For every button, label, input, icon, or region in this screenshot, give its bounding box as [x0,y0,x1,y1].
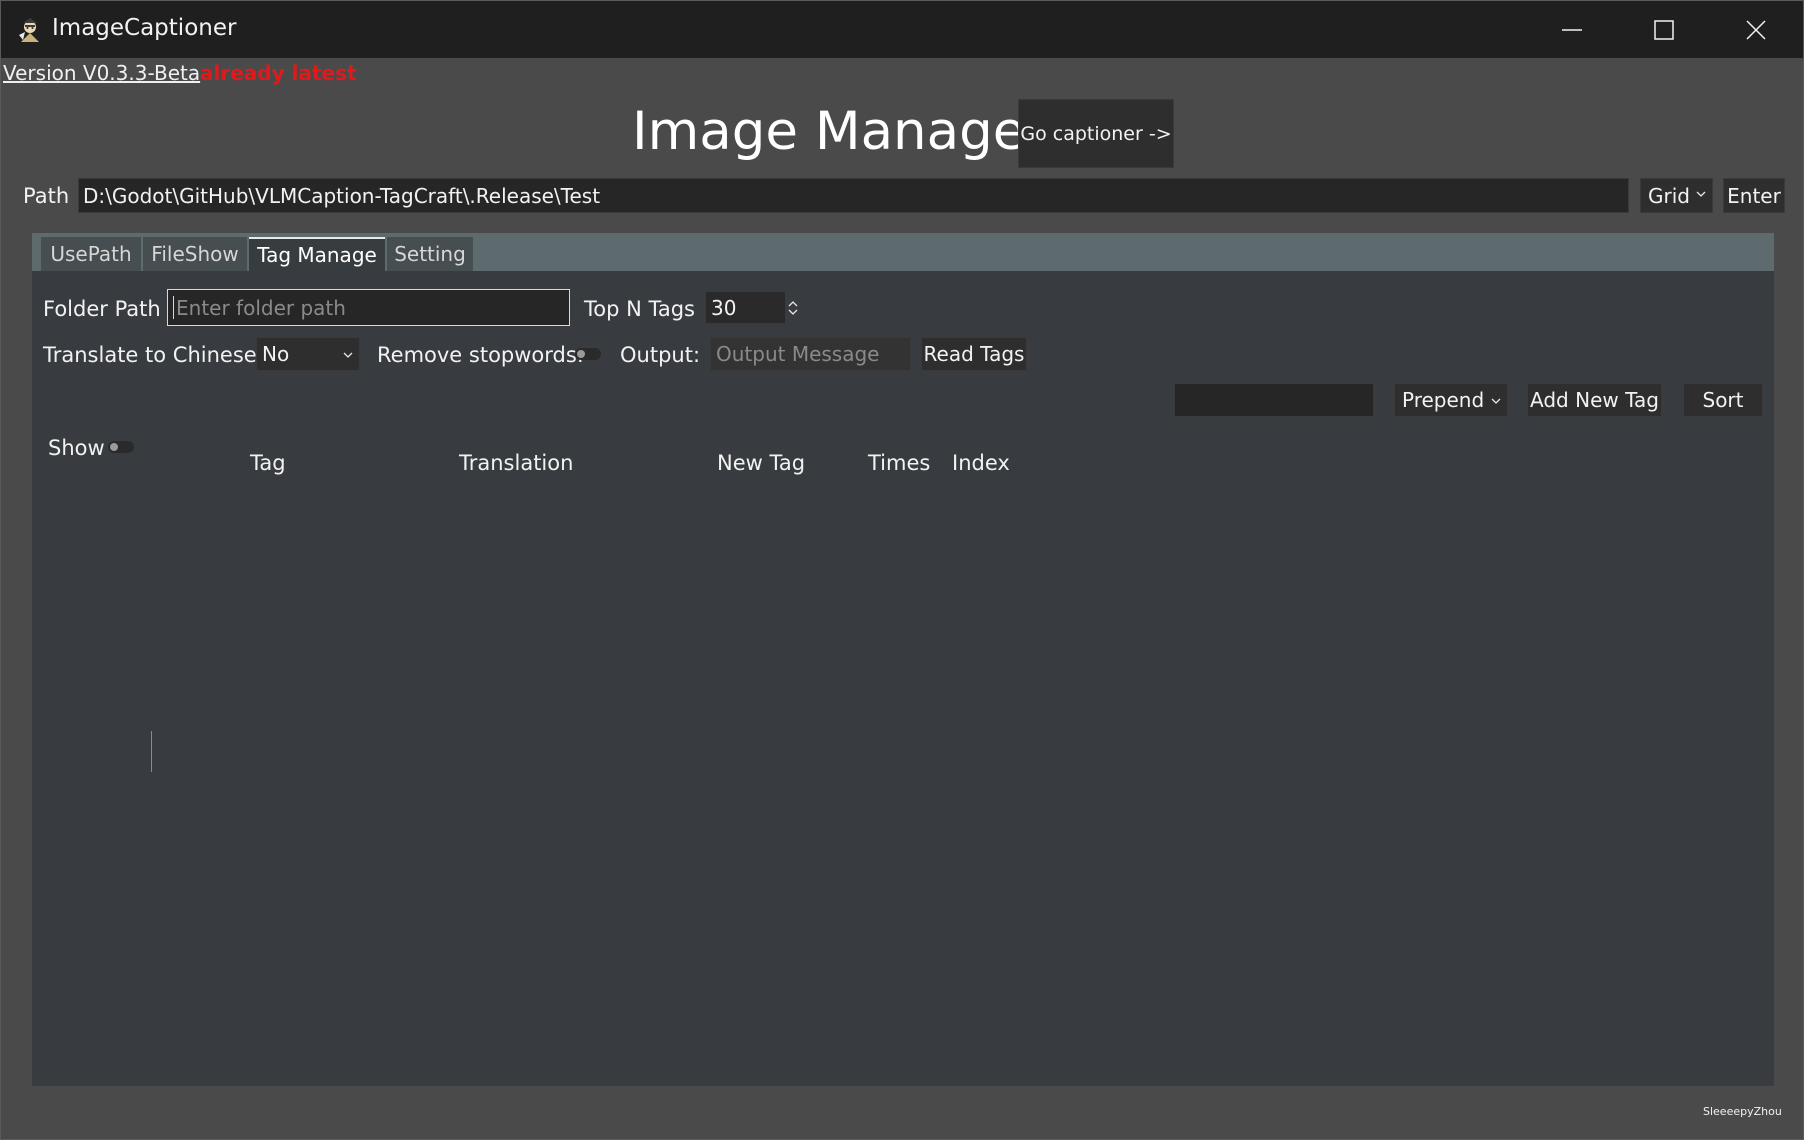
column-header-new-tag: New Tag [717,451,806,475]
path-input[interactable]: D:\Godot\GitHub\VLMCaption-TagCraft\.Rel… [78,178,1629,213]
path-label: Path [23,184,70,208]
output-label: Output: [620,343,701,367]
translate-label: Translate to Chinese: [43,343,264,367]
translate-value: No [262,342,290,366]
output-placeholder: Output Message [716,342,880,366]
new-tag-input[interactable] [1174,383,1374,417]
version-status: already latest [200,61,357,85]
enter-button[interactable]: Enter [1723,178,1785,213]
go-captioner-button[interactable]: Go captioner -> [1018,99,1174,168]
folder-path-input[interactable]: Enter folder path [167,289,570,326]
version-link[interactable]: Version V0.3.3-Beta [3,61,200,85]
app-window: ImageCaptioner Version V0.3.3-Beta alrea… [0,0,1804,1140]
minimize-button[interactable] [1526,1,1618,58]
tag-position-select[interactable]: Prepend [1394,383,1508,417]
column-header-translation: Translation [459,451,574,475]
view-mode-select[interactable]: Grid [1640,178,1713,213]
page-title: Image Manager [632,101,1048,162]
remove-stopwords-toggle[interactable] [575,348,601,360]
column-header-tag: Tag [250,451,286,475]
title-bar[interactable]: ImageCaptioner [1,1,1803,58]
toggle-knob [110,443,118,451]
tab-tag-manage[interactable]: Tag Manage [249,237,385,271]
column-divider[interactable] [151,731,152,772]
folder-path-label: Folder Path [43,297,161,321]
add-new-tag-button[interactable]: Add New Tag [1527,383,1662,417]
tab-usepath[interactable]: UsePath [41,237,141,271]
read-tags-button[interactable]: Read Tags [921,337,1027,371]
window-title: ImageCaptioner [52,15,237,41]
show-label: Show [48,436,105,460]
top-n-tags-value: 30 [711,295,737,320]
tab-setting[interactable]: Setting [387,237,473,271]
top-n-tags-spinbox[interactable]: 30 [705,291,786,324]
view-mode-value: Grid [1648,183,1690,208]
close-button[interactable] [1710,1,1802,58]
author-credit: SleeeepyZhou [1703,1105,1782,1118]
tag-manage-panel [32,271,1774,1086]
app-icon [19,18,39,42]
sort-button[interactable]: Sort [1683,383,1763,417]
maximize-button[interactable] [1618,1,1710,58]
remove-stopwords-label: Remove stopwords: [377,343,584,367]
toggle-knob [577,350,585,358]
column-header-times: Times [868,451,931,475]
maximize-icon [1654,19,1674,40]
tag-position-value: Prepend [1402,388,1485,412]
translate-select[interactable]: No [256,337,360,371]
text-caret [173,296,174,319]
column-header-index: Index [952,451,1010,475]
tab-fileshow[interactable]: FileShow [143,237,247,271]
show-toggle[interactable] [108,441,134,453]
minimize-icon [1562,28,1582,31]
top-n-tags-label: Top N Tags [584,297,695,321]
chevron-down-icon [1696,191,1706,197]
chevron-down-icon [1491,398,1501,404]
chevron-down-icon [343,352,353,358]
folder-path-placeholder: Enter folder path [176,295,346,320]
output-message-field: Output Message [710,337,911,371]
spin-updown-icon[interactable] [787,300,799,316]
close-icon [1746,19,1766,40]
